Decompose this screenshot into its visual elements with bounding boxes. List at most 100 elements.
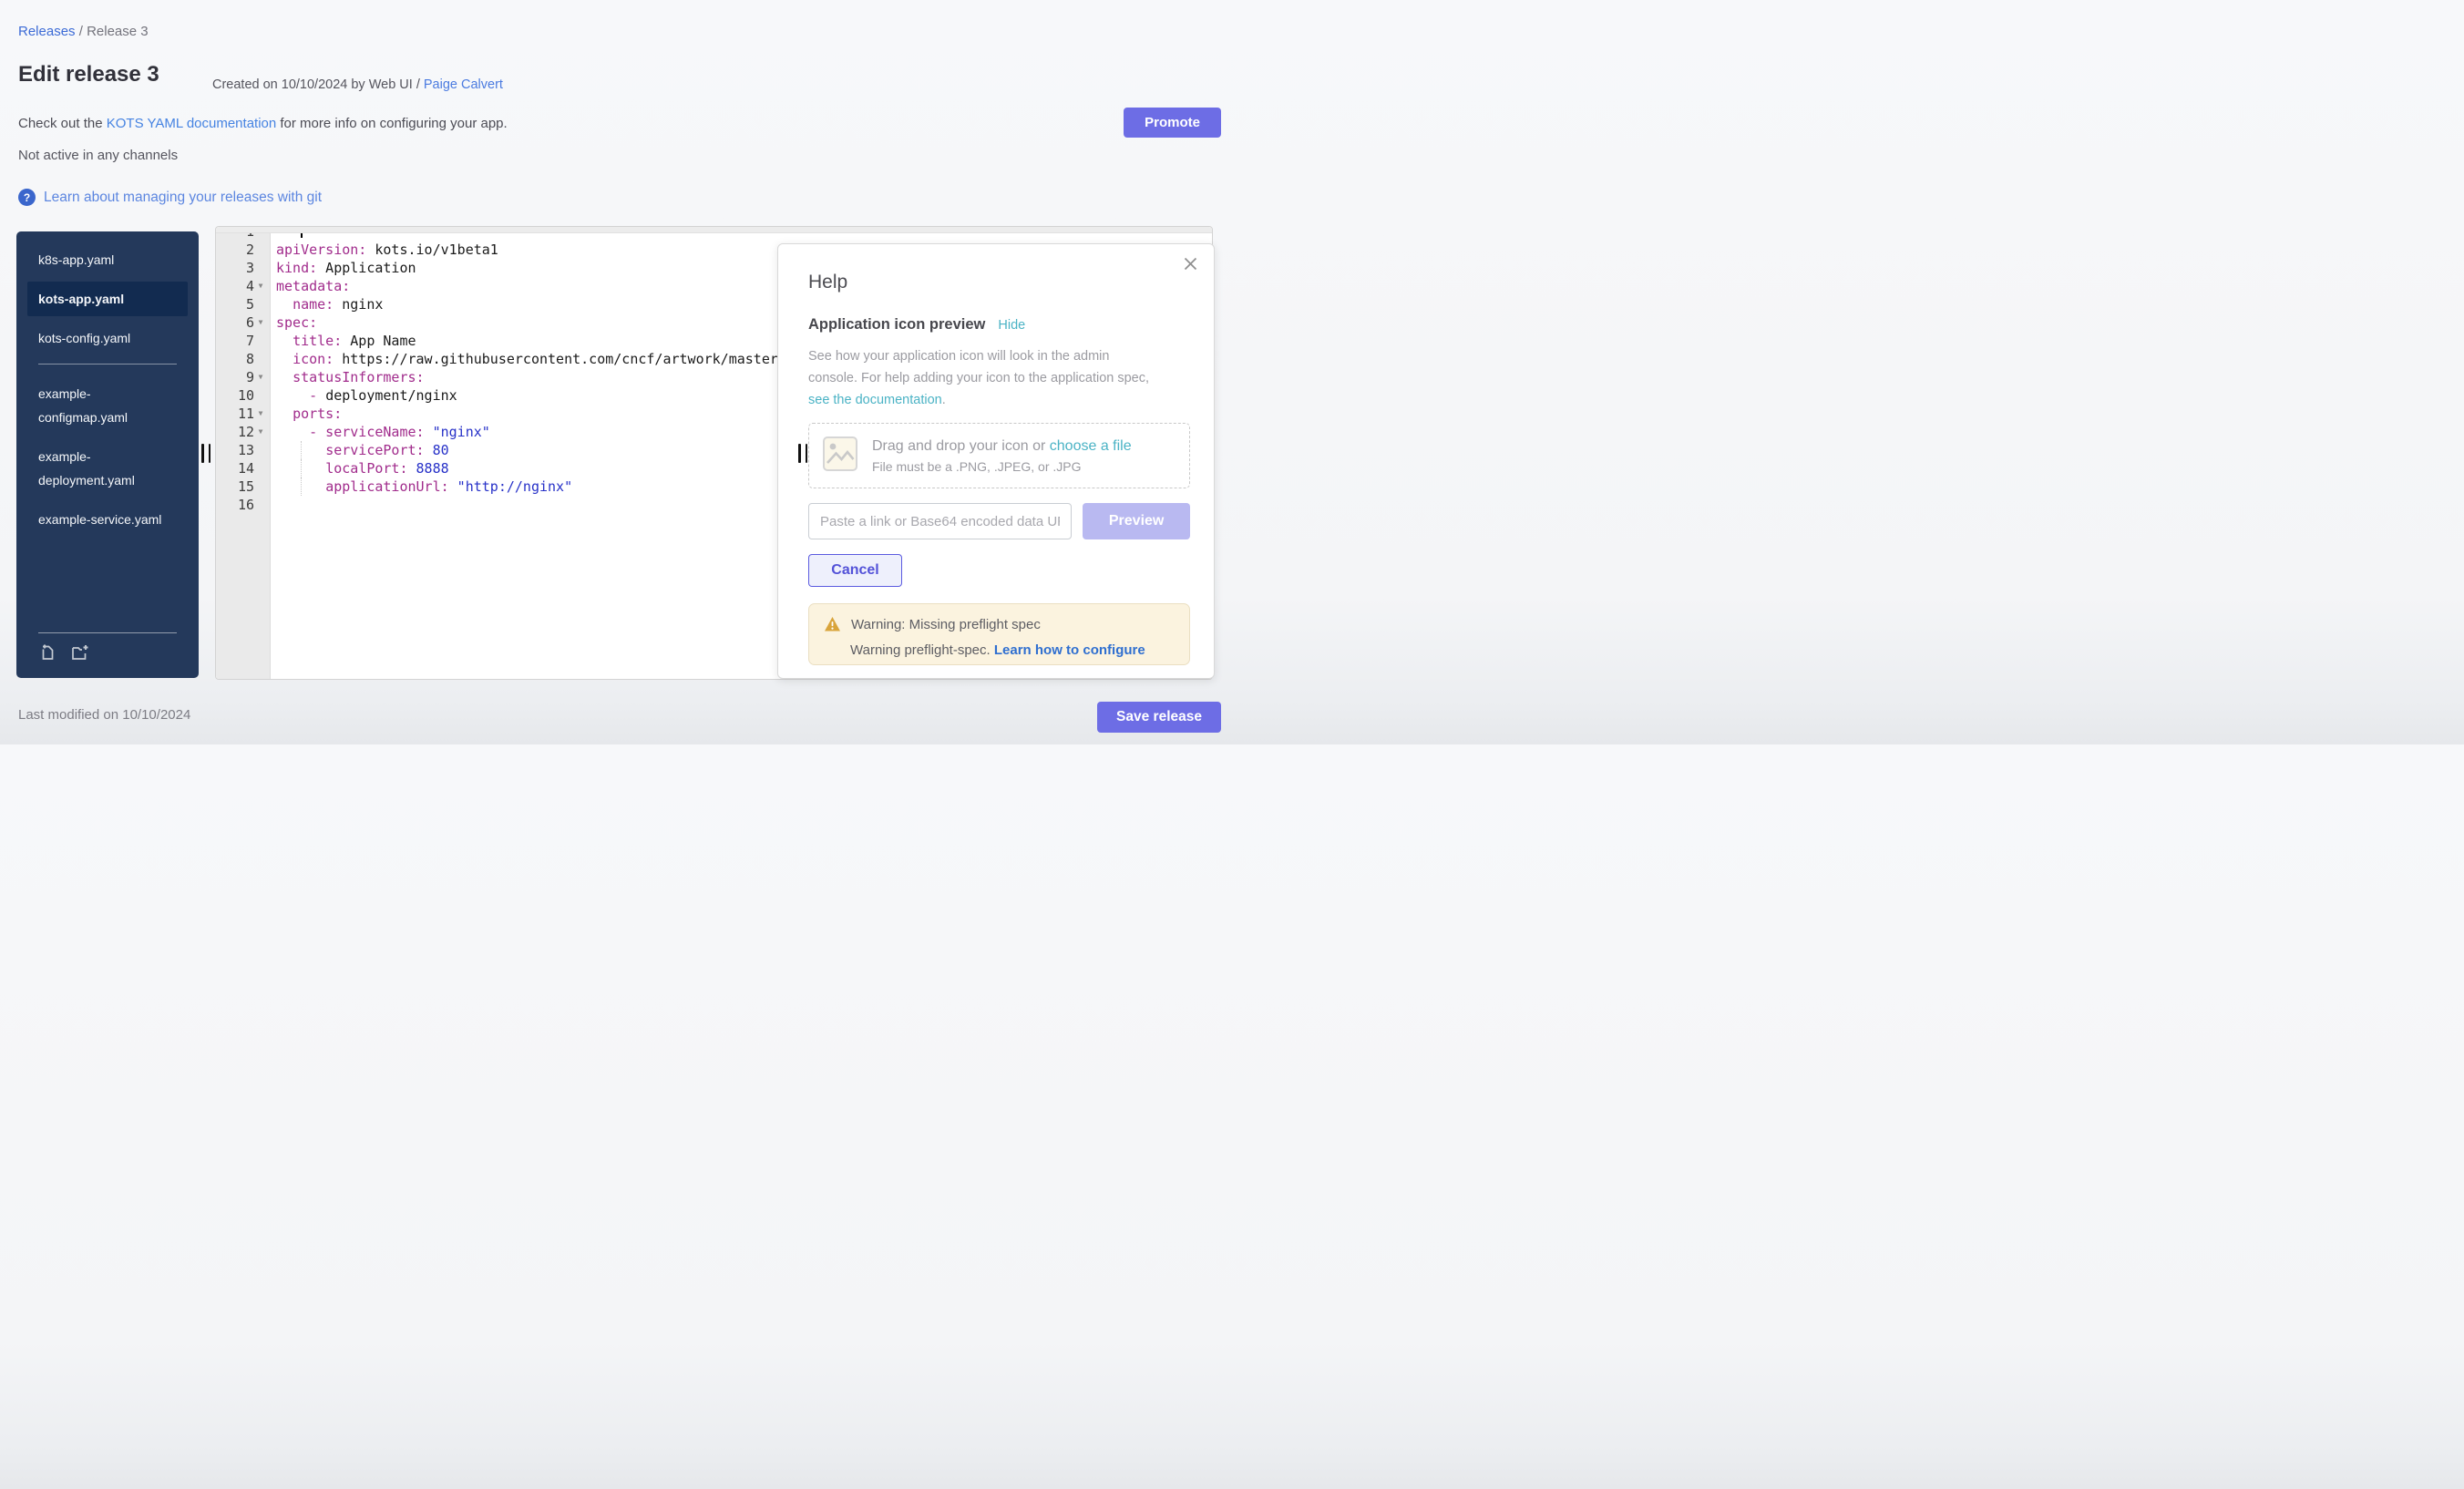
editor-top-strip bbox=[216, 227, 1212, 233]
line-number: 5 bbox=[216, 295, 254, 313]
add-file-icon[interactable] bbox=[38, 642, 57, 666]
fold-spacer bbox=[254, 295, 267, 313]
line-number: 8 bbox=[216, 350, 254, 368]
fold-spacer bbox=[254, 478, 267, 496]
code-text: ports: bbox=[267, 405, 342, 423]
line-number: 9 bbox=[216, 368, 254, 386]
sidebar-bottom bbox=[16, 632, 199, 678]
line-number: 4 bbox=[216, 277, 254, 295]
fold-spacer bbox=[254, 233, 267, 241]
docs-line: Check out the KOTS YAML documentation fo… bbox=[18, 116, 508, 131]
line-number: 12 bbox=[216, 423, 254, 441]
dropzone-text: Drag and drop your icon or bbox=[872, 438, 1050, 454]
fold-arrow-icon[interactable]: ▼ bbox=[254, 405, 267, 423]
docs-prefix: Check out the bbox=[18, 116, 107, 131]
sidebar-resize-handle[interactable] bbox=[201, 444, 210, 463]
code-text: - deployment/nginx bbox=[267, 386, 457, 405]
fold-arrow-icon[interactable]: ▼ bbox=[254, 368, 267, 386]
file-sidebar: k8s-app.yaml kots-app.yaml kots-config.yam… bbox=[16, 231, 199, 678]
code-line-1[interactable]: 1 --- bbox=[216, 233, 1212, 241]
preview-button[interactable]: Preview bbox=[1083, 503, 1190, 539]
file-item-kots-config-yaml[interactable]: kots-config.yaml bbox=[16, 321, 199, 355]
image-placeholder-icon bbox=[821, 435, 859, 478]
hide-link[interactable]: Hide bbox=[998, 318, 1025, 333]
channel-status: Not active in any channels bbox=[18, 148, 178, 163]
line-number: 14 bbox=[216, 459, 254, 478]
file-item-kots-app-yaml[interactable]: kots-app.yaml bbox=[27, 282, 188, 316]
line-number: 1 bbox=[216, 233, 254, 241]
line-number: 16 bbox=[216, 496, 254, 514]
line-number: 13 bbox=[216, 441, 254, 459]
warning-icon bbox=[824, 616, 841, 632]
file-item-k8s-app-yaml[interactable]: k8s-app.yaml bbox=[16, 242, 199, 277]
code-text: name: nginx bbox=[267, 295, 383, 313]
code-text: localPort: 8888 bbox=[267, 459, 449, 478]
breadcrumb-current: Release 3 bbox=[87, 24, 149, 39]
code-text: - serviceName: "nginx" bbox=[267, 423, 490, 441]
git-help-row: ? Learn about managing your releases wit… bbox=[18, 189, 322, 206]
icon-preview-description: See how your application icon will look … bbox=[808, 345, 1160, 411]
warning-text: Warning preflight-spec. bbox=[850, 642, 994, 658]
question-icon: ? bbox=[18, 189, 36, 206]
code-text: icon: https://raw.githubusercontent.com/… bbox=[267, 350, 786, 368]
help-title: Help bbox=[808, 272, 1190, 293]
line-number: 10 bbox=[216, 386, 254, 405]
icon-preview-title: Application icon preview bbox=[808, 316, 985, 334]
code-text bbox=[267, 496, 276, 514]
code-text: kind: Application bbox=[267, 259, 416, 277]
code-text: title: App Name bbox=[267, 332, 416, 350]
dropzone-note: File must be a .PNG, .JPEG, or .JPG bbox=[872, 459, 1132, 474]
line-number: 7 bbox=[216, 332, 254, 350]
close-icon[interactable] bbox=[1182, 255, 1199, 277]
add-folder-icon[interactable] bbox=[70, 642, 90, 666]
file-item-example-configmap-yaml[interactable]: example-configmap.yaml bbox=[16, 376, 199, 435]
code-text: statusInformers: bbox=[267, 368, 425, 386]
see-documentation-link[interactable]: see the documentation bbox=[808, 393, 942, 407]
file-item-example-service-yaml[interactable]: example-service.yaml bbox=[16, 502, 199, 537]
fold-spacer bbox=[254, 332, 267, 350]
code-text: metadata: bbox=[267, 277, 350, 295]
page-title: Edit release 3 bbox=[18, 62, 159, 87]
fold-arrow-icon[interactable]: ▼ bbox=[254, 313, 267, 332]
git-releases-link[interactable]: Learn about managing your releases with … bbox=[44, 190, 322, 206]
fold-spacer bbox=[254, 350, 267, 368]
choose-file-link[interactable]: choose a file bbox=[1050, 438, 1132, 454]
icon-url-input[interactable] bbox=[808, 503, 1072, 539]
fold-spacer bbox=[254, 496, 267, 514]
created-text: Created on 10/10/2024 by Web UI / bbox=[212, 77, 424, 92]
code-text: --- bbox=[267, 233, 303, 241]
line-number: 2 bbox=[216, 241, 254, 259]
fold-spacer bbox=[254, 441, 267, 459]
promote-button[interactable]: Promote bbox=[1124, 108, 1221, 138]
warning-title: Warning: Missing preflight spec bbox=[851, 617, 1041, 632]
last-modified-text: Last modified on 10/10/2024 bbox=[18, 707, 190, 723]
kots-yaml-docs-link[interactable]: KOTS YAML documentation bbox=[107, 116, 276, 131]
learn-how-to-configure-link[interactable]: Learn how to configure bbox=[994, 642, 1145, 658]
docs-suffix: for more info on configuring your app. bbox=[276, 116, 507, 131]
text-cursor bbox=[301, 233, 303, 238]
code-text: applicationUrl: "http://nginx" bbox=[267, 478, 572, 496]
file-item-example-deployment-yaml[interactable]: example-deployment.yaml bbox=[16, 439, 199, 498]
help-resize-handle[interactable] bbox=[798, 444, 807, 463]
fold-spacer bbox=[254, 241, 267, 259]
code-text: spec: bbox=[267, 313, 317, 332]
breadcrumb: Releases / Release 3 bbox=[18, 24, 149, 39]
line-number: 15 bbox=[216, 478, 254, 496]
preflight-warning-box: Warning: Missing preflight spec Warning … bbox=[808, 603, 1190, 665]
fold-arrow-icon[interactable]: ▼ bbox=[254, 423, 267, 441]
line-number: 3 bbox=[216, 259, 254, 277]
fold-arrow-icon[interactable]: ▼ bbox=[254, 277, 267, 295]
created-author-link[interactable]: Paige Calvert bbox=[424, 77, 503, 92]
line-number: 6 bbox=[216, 313, 254, 332]
fold-spacer bbox=[254, 386, 267, 405]
code-text: servicePort: 80 bbox=[267, 441, 449, 459]
file-list-divider bbox=[38, 364, 177, 365]
breadcrumb-separator: / bbox=[76, 24, 87, 39]
code-text: apiVersion: kots.io/v1beta1 bbox=[267, 241, 498, 259]
icon-dropzone[interactable]: Drag and drop your icon or choose a file… bbox=[808, 423, 1190, 488]
save-release-button[interactable]: Save release bbox=[1097, 702, 1221, 733]
created-line: Created on 10/10/2024 by Web UI / Paige … bbox=[212, 77, 503, 92]
line-number: 11 bbox=[216, 405, 254, 423]
breadcrumb-releases-link[interactable]: Releases bbox=[18, 24, 76, 39]
cancel-button[interactable]: Cancel bbox=[808, 554, 902, 587]
